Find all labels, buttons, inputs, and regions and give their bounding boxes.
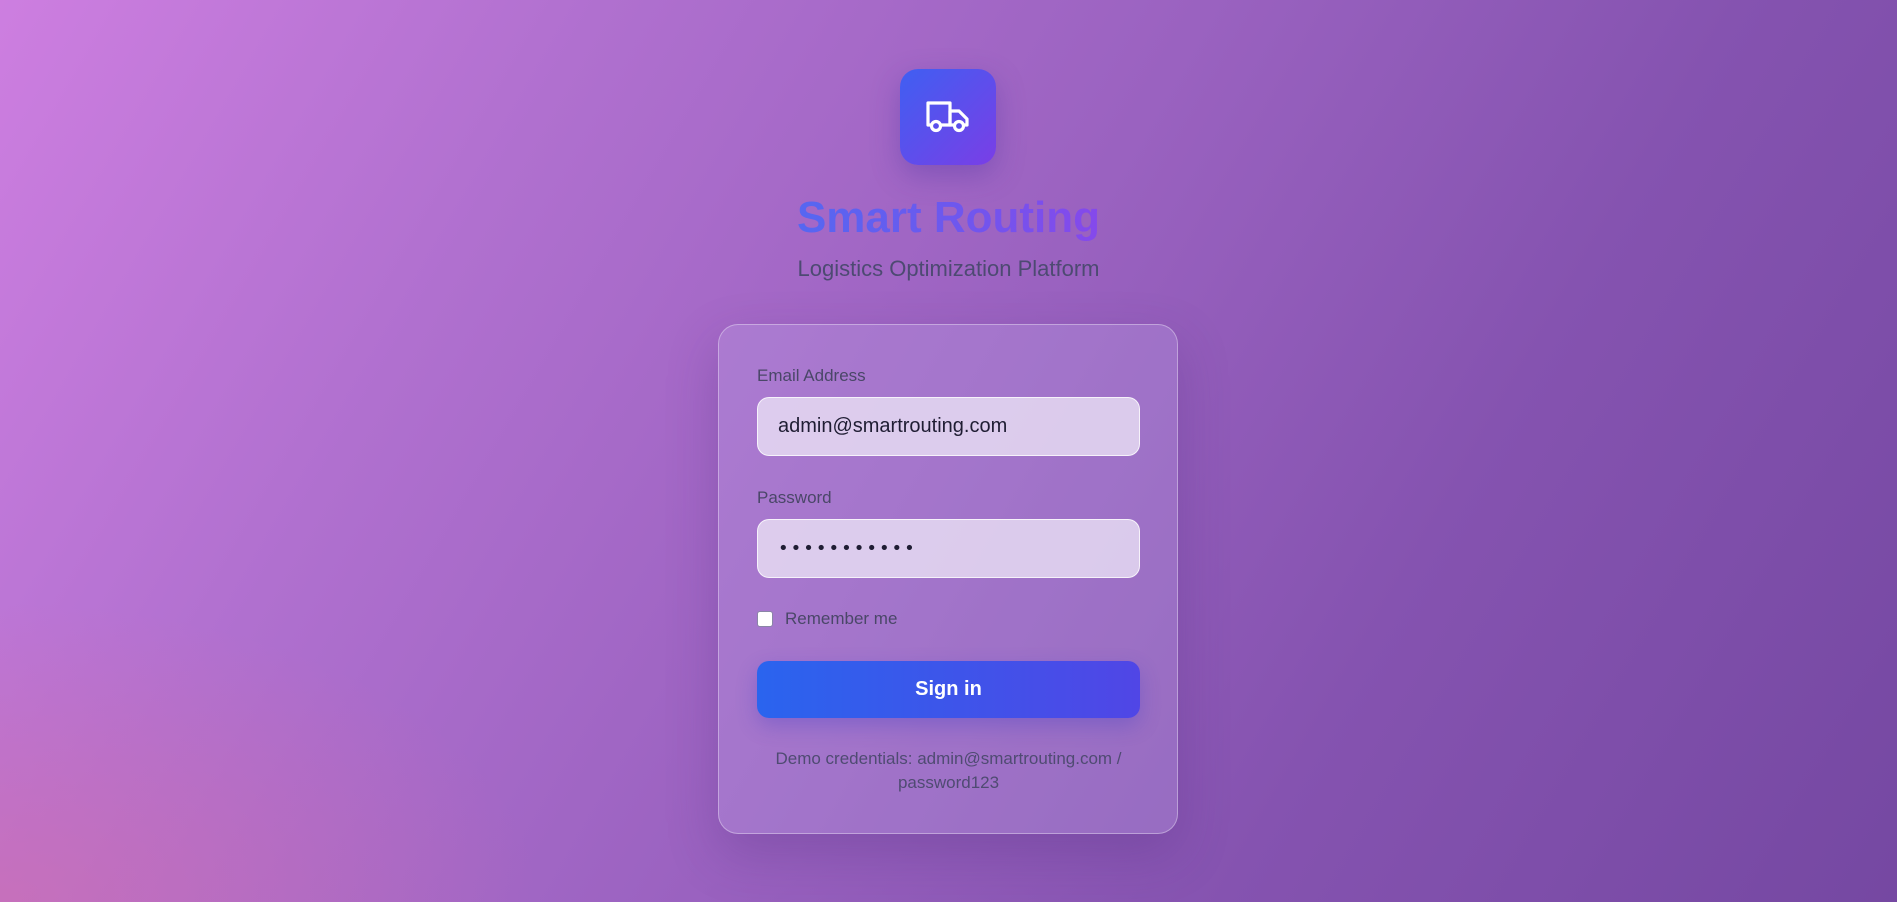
remember-me[interactable]: Remember me <box>757 608 897 630</box>
remember-me-label: Remember me <box>785 609 898 628</box>
app-subtitle: Logistics Optimization Platform <box>797 256 1100 281</box>
app-logo <box>900 69 996 165</box>
password-label: Password <box>757 488 832 507</box>
app-title: Smart Routing <box>0 188 1897 248</box>
demo-credentials-text: Demo credentials: admin@smartrouting.com… <box>775 749 1122 792</box>
password-field[interactable] <box>757 519 1140 578</box>
email-label: Email Address <box>757 366 866 385</box>
remember-me-checkbox[interactable] <box>757 611 773 627</box>
email-field[interactable] <box>757 397 1140 456</box>
login-card: Email Address Password Remember me Sign … <box>718 324 1178 834</box>
sign-in-button[interactable]: Sign in <box>757 661 1140 718</box>
truck-icon <box>924 95 972 140</box>
